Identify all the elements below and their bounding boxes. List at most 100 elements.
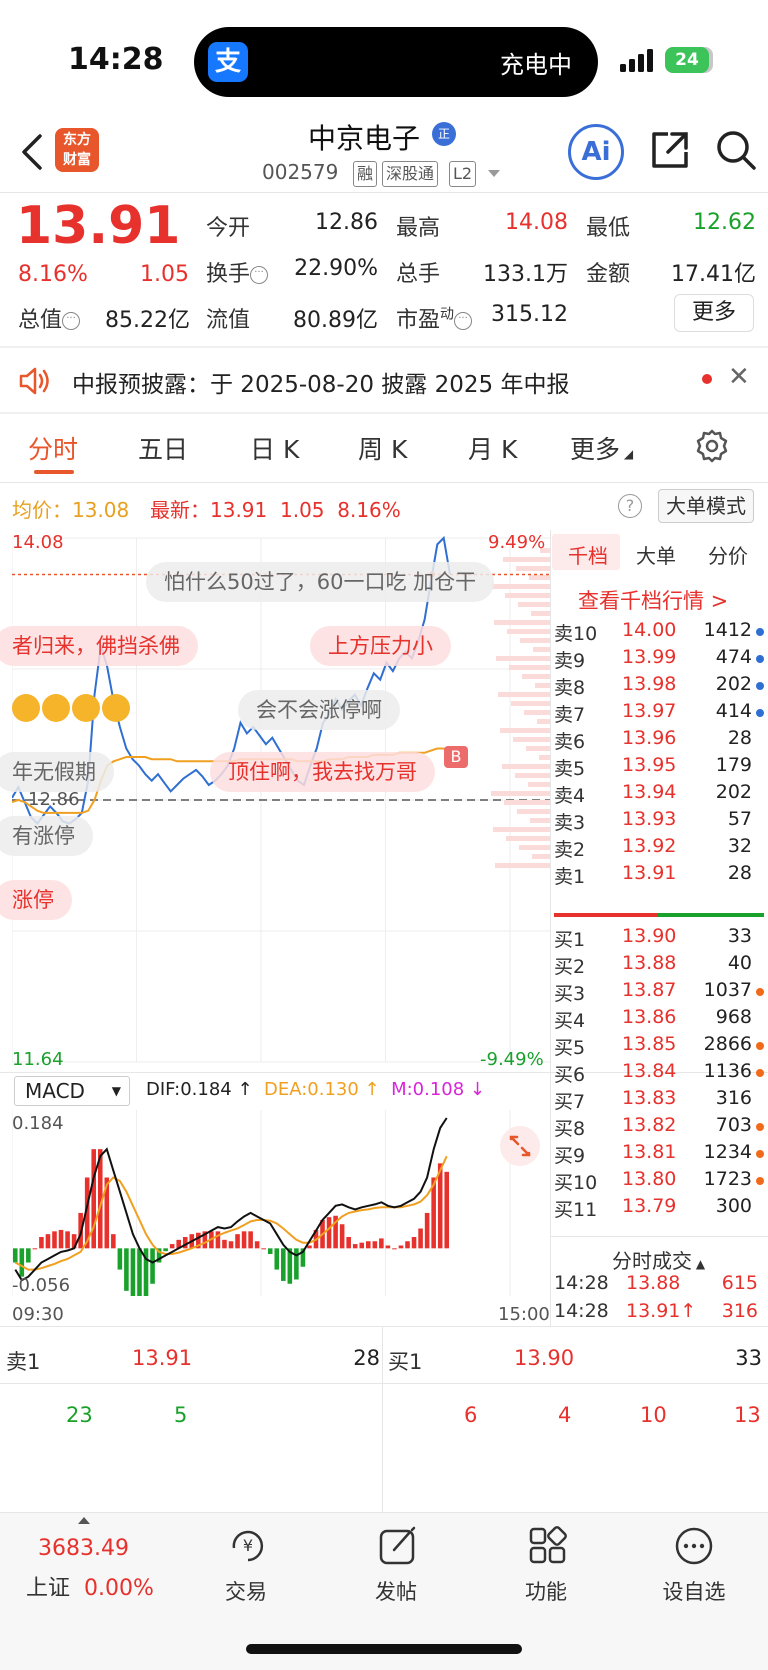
bid-row[interactable]: 买3 13.87 1037 xyxy=(554,979,764,1007)
tab-weekly-k[interactable]: 周 K xyxy=(358,430,407,466)
notice-text: 中报预披露：于 2025-08-20 披露 2025 年中报 xyxy=(72,372,570,398)
tab-orderbook-price[interactable]: 分价 xyxy=(708,540,748,569)
macd-bar xyxy=(12,1248,18,1263)
volume-value: 133.1万 xyxy=(483,262,568,287)
intraday-chart[interactable] xyxy=(12,530,550,1070)
functions-grid-icon[interactable] xyxy=(526,1524,570,1568)
bid-row[interactable]: 买9 13.81 1234 xyxy=(554,1141,764,1169)
ask-row[interactable]: 卖4 13.94 202 xyxy=(554,781,764,809)
comment-bubble[interactable]: 者归来，佛挡杀佛 xyxy=(0,626,198,666)
charging-label: 充电中 xyxy=(500,51,572,79)
bid-level: 买4 xyxy=(554,1010,586,1032)
ask1-label: 卖1 xyxy=(6,1350,41,1374)
tab-monthly-k[interactable]: 月 K xyxy=(468,430,517,466)
macd-bar xyxy=(163,1248,168,1252)
bid-row[interactable]: 买7 13.83 316 xyxy=(554,1087,764,1115)
macd-bar xyxy=(111,1234,116,1249)
macd-bar xyxy=(346,1237,351,1249)
macd-chart[interactable] xyxy=(12,1110,550,1296)
bid-row[interactable]: 买1 13.90 33 xyxy=(554,925,764,953)
buy-point-marker-icon[interactable]: B xyxy=(444,746,468,768)
tab-orderbook-big[interactable]: 大单 xyxy=(636,540,676,569)
index-value[interactable]: 3683.49 xyxy=(38,1536,129,1561)
bid-price: 13.79 xyxy=(622,1195,677,1217)
comment-bubble[interactable]: 怕什么50过了，60一口吃 加仓干 xyxy=(146,562,495,602)
comment-bubble[interactable]: 有涨停 xyxy=(0,816,93,856)
close-icon[interactable]: ✕ xyxy=(728,362,750,392)
bid-row[interactable]: 买2 13.88 40 xyxy=(554,952,764,980)
ask-row[interactable]: 卖3 13.93 57 xyxy=(554,808,764,836)
verified-badge-icon: 正 xyxy=(432,122,456,146)
trade-time: 14:28 xyxy=(554,1272,609,1294)
bid-row[interactable]: 买6 13.84 1136 xyxy=(554,1060,764,1088)
more-quote-button[interactable]: 更多 xyxy=(674,294,754,332)
comment-bubble[interactable]: 会不会涨停啊 xyxy=(238,690,400,730)
bid-row[interactable]: 买11 13.79 300 xyxy=(554,1195,764,1223)
index-name[interactable]: 上证 0.00% xyxy=(26,1570,154,1602)
ask-row[interactable]: 卖7 13.97 414 xyxy=(554,700,764,728)
back-arrow-icon[interactable] xyxy=(16,130,52,174)
ask-volume: 179 xyxy=(715,754,752,776)
tab-more[interactable]: 更多 ◢ xyxy=(570,430,633,466)
bid-volume: 316 xyxy=(715,1087,752,1109)
bid-level: 买2 xyxy=(554,956,586,978)
info-dots-icon[interactable]: ··· xyxy=(250,266,269,284)
search-icon[interactable] xyxy=(714,128,758,172)
comment-bubble[interactable]: 上方压力小 xyxy=(310,626,451,666)
expand-chart-button[interactable] xyxy=(500,1126,540,1166)
ask1-volume: 28 xyxy=(353,1346,380,1370)
bid-row[interactable]: 买5 13.85 2866 xyxy=(554,1033,764,1061)
macd-bar xyxy=(365,1241,371,1249)
comment-bubble[interactable]: 涨停 xyxy=(0,880,72,920)
view-depth-link[interactable]: 查看千档行情 > xyxy=(578,585,728,615)
nav-post[interactable]: 发帖 xyxy=(356,1576,436,1606)
chevron-up-icon[interactable] xyxy=(78,1517,90,1524)
high-value: 14.08 xyxy=(505,210,568,235)
pct-min-label: -9.49% xyxy=(480,1049,544,1070)
ask-row[interactable]: 卖1 13.91 28 xyxy=(554,862,764,890)
more-dots-icon[interactable] xyxy=(672,1524,716,1568)
trade-icon[interactable]: ¥ xyxy=(226,1524,270,1568)
stock-name[interactable]: 中京电子 xyxy=(308,117,420,157)
bid-level: 买8 xyxy=(554,1118,586,1140)
bid-row[interactable]: 买4 13.86 968 xyxy=(554,1006,764,1034)
info-dots-icon[interactable]: ··· xyxy=(454,312,473,330)
settings-gear-icon[interactable] xyxy=(694,428,730,464)
ask-row[interactable]: 卖9 13.99 474 xyxy=(554,646,764,674)
bid-row[interactable]: 买8 13.82 703 xyxy=(554,1114,764,1142)
nav-add-watchlist[interactable]: 设自选 xyxy=(654,1576,734,1606)
ask-row[interactable]: 卖6 13.96 28 xyxy=(554,727,764,755)
macd-bar xyxy=(241,1231,247,1249)
nav-trade[interactable]: 交易 xyxy=(206,1576,286,1606)
compose-post-icon[interactable] xyxy=(376,1524,420,1568)
big-order-mode-button[interactable]: 大单模式 xyxy=(658,489,754,523)
ask-price: 13.92 xyxy=(622,835,677,857)
help-icon[interactable]: ? xyxy=(618,494,642,518)
ask-row[interactable]: 卖5 13.95 179 xyxy=(554,754,764,782)
speaker-icon xyxy=(19,367,49,395)
ask-level: 卖9 xyxy=(554,650,586,672)
bid1-volume: 33 xyxy=(735,1346,762,1370)
trades-title[interactable]: 分时成交 ▲ xyxy=(612,1245,705,1274)
bid-row[interactable]: 买10 13.80 1723 xyxy=(554,1168,764,1196)
share-icon[interactable] xyxy=(648,128,692,172)
ask-row[interactable]: 卖8 13.98 202 xyxy=(554,673,764,701)
tab-orderbook-depth[interactable]: 千档 xyxy=(568,540,608,569)
ai-assistant-button[interactable]: Ai xyxy=(568,124,624,180)
ask-price: 13.94 xyxy=(622,781,677,803)
comment-bubble[interactable]: 顶住啊，我去找万哥 xyxy=(210,752,435,792)
tab-intraday[interactable]: 分时 xyxy=(28,430,78,466)
chevron-down-icon[interactable] xyxy=(488,170,500,177)
tab-daily-k[interactable]: 日 K xyxy=(250,430,299,466)
ask-row[interactable]: 卖2 13.92 32 xyxy=(554,835,764,863)
notice-bar[interactable]: 中报预披露：于 2025-08-20 披露 2025 年中报 ✕ xyxy=(0,348,768,412)
indicator-select[interactable]: MACD ▼ xyxy=(14,1076,130,1106)
macd-bar xyxy=(326,1217,332,1249)
tab-five-day[interactable]: 五日 xyxy=(138,430,188,466)
nav-functions[interactable]: 功能 xyxy=(506,1576,586,1606)
ask-row[interactable]: 卖10 14.00 1412 xyxy=(554,619,764,647)
bid-level: 买10 xyxy=(554,1172,598,1194)
comment-bubble[interactable]: 年无假期 xyxy=(0,752,114,792)
info-dots-icon[interactable]: ··· xyxy=(62,312,81,330)
large-order-dot xyxy=(756,628,764,636)
